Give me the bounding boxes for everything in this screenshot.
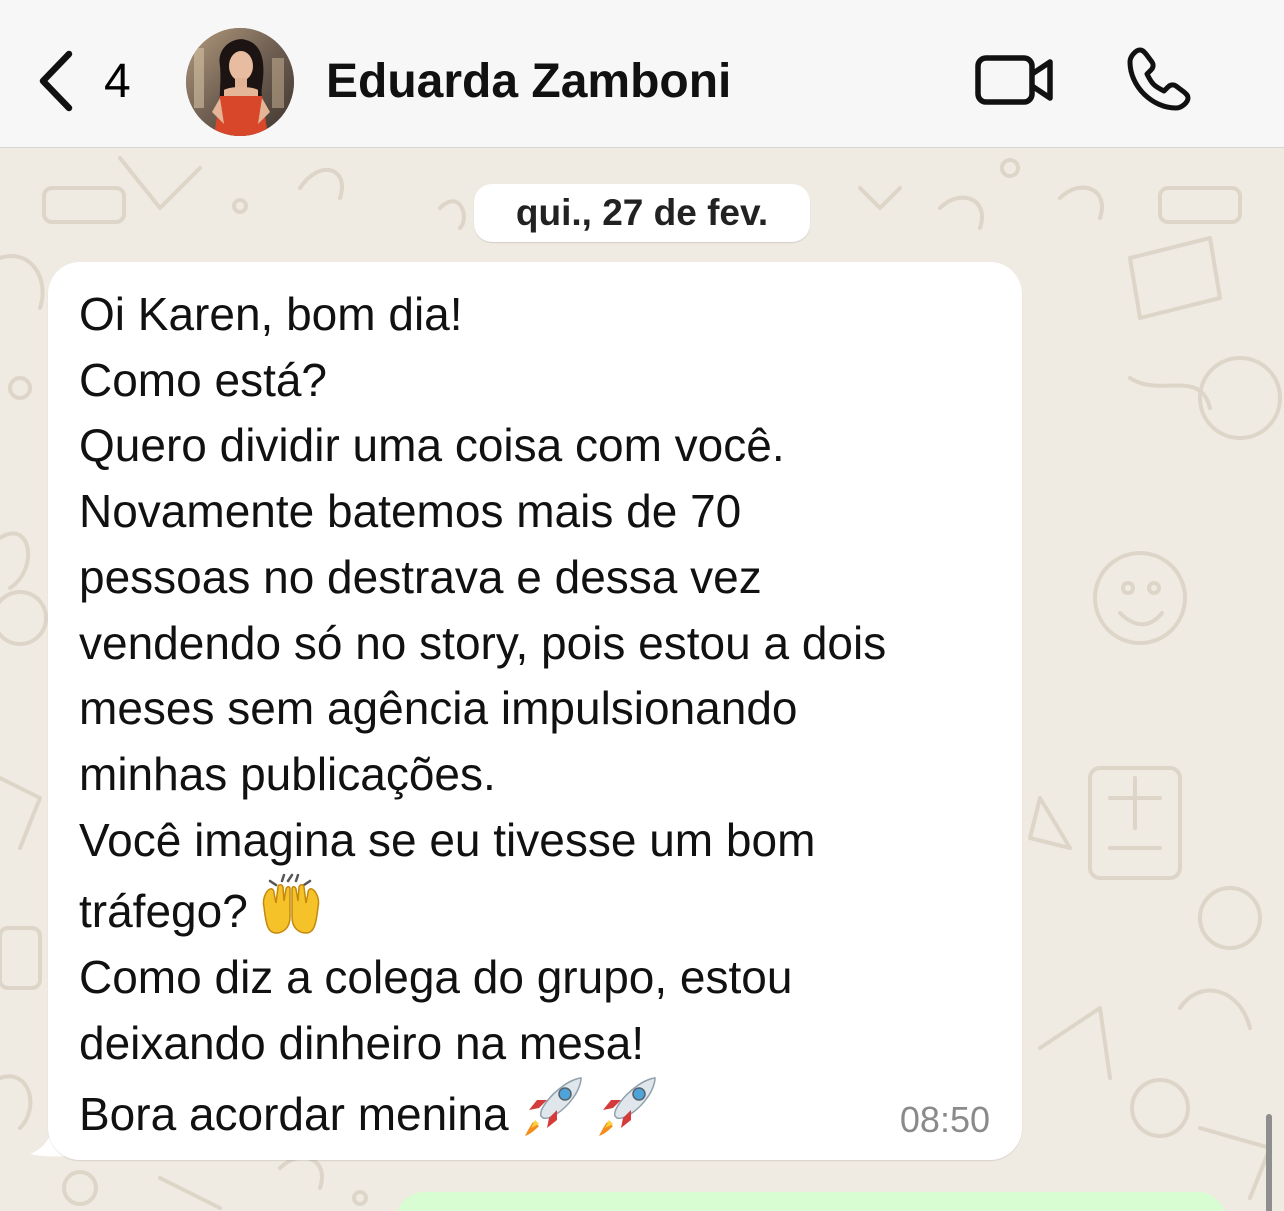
chevron-left-icon [39,50,73,112]
message-line-text: Bora acordar menina [79,1088,509,1141]
date-separator: qui., 27 de fev. [474,184,810,242]
message-line: minhas publicações. [79,747,496,800]
message-line: Como está? [79,353,328,406]
message-line-text: tráfego? [79,885,248,938]
unread-count[interactable]: 4 [104,52,131,112]
chat-area[interactable]: qui., 27 de fev. Oi Karen, bom dia! Como… [0,148,1284,1211]
rocket-emoji-icon [598,1077,656,1137]
message-line: meses sem agência impulsionando [79,682,798,735]
video-call-button[interactable] [972,50,1058,110]
avatar[interactable] [186,28,294,136]
chat-header: 4 Eduarda Zamboni [0,0,1284,148]
back-button[interactable] [36,50,76,112]
message-line: Quero dividir uma coisa com você. [79,419,785,472]
scrollbar[interactable] [1266,1114,1272,1211]
message-bubble-outgoing[interactable] [396,1192,1226,1211]
phone-icon [1127,47,1191,111]
message-line-with-emoji: Bora acordar menina [79,1076,1009,1148]
message-line: Oi Karen, bom dia! [79,288,463,340]
rocket-emoji-icon [524,1077,582,1137]
voice-call-button[interactable] [1124,44,1194,114]
contact-name[interactable]: Eduarda Zamboni [326,52,731,112]
message-timestamp: 08:50 [899,1099,990,1140]
raising-hands-emoji-icon [262,874,320,935]
message-line-with-emoji: tráfego? [79,873,1009,945]
message-bubble-incoming[interactable]: Oi Karen, bom dia! Como está? Quero divi… [48,262,1022,1160]
message-line: Novamente batemos mais de 70 [79,485,742,538]
message-line: pessoas no destrava e dessa vez [79,550,762,603]
message-line: Como diz a colega do grupo, estou [79,951,793,1004]
message-line: deixando dinheiro na mesa! [79,1016,645,1069]
message-line: vendendo só no story, pois estou a dois [79,616,887,669]
message-line: Você imagina se eu tivesse um bom [79,813,816,866]
video-camera-icon [975,55,1053,105]
message-text: Oi Karen, bom dia! Como está? Quero divi… [79,282,1009,1148]
